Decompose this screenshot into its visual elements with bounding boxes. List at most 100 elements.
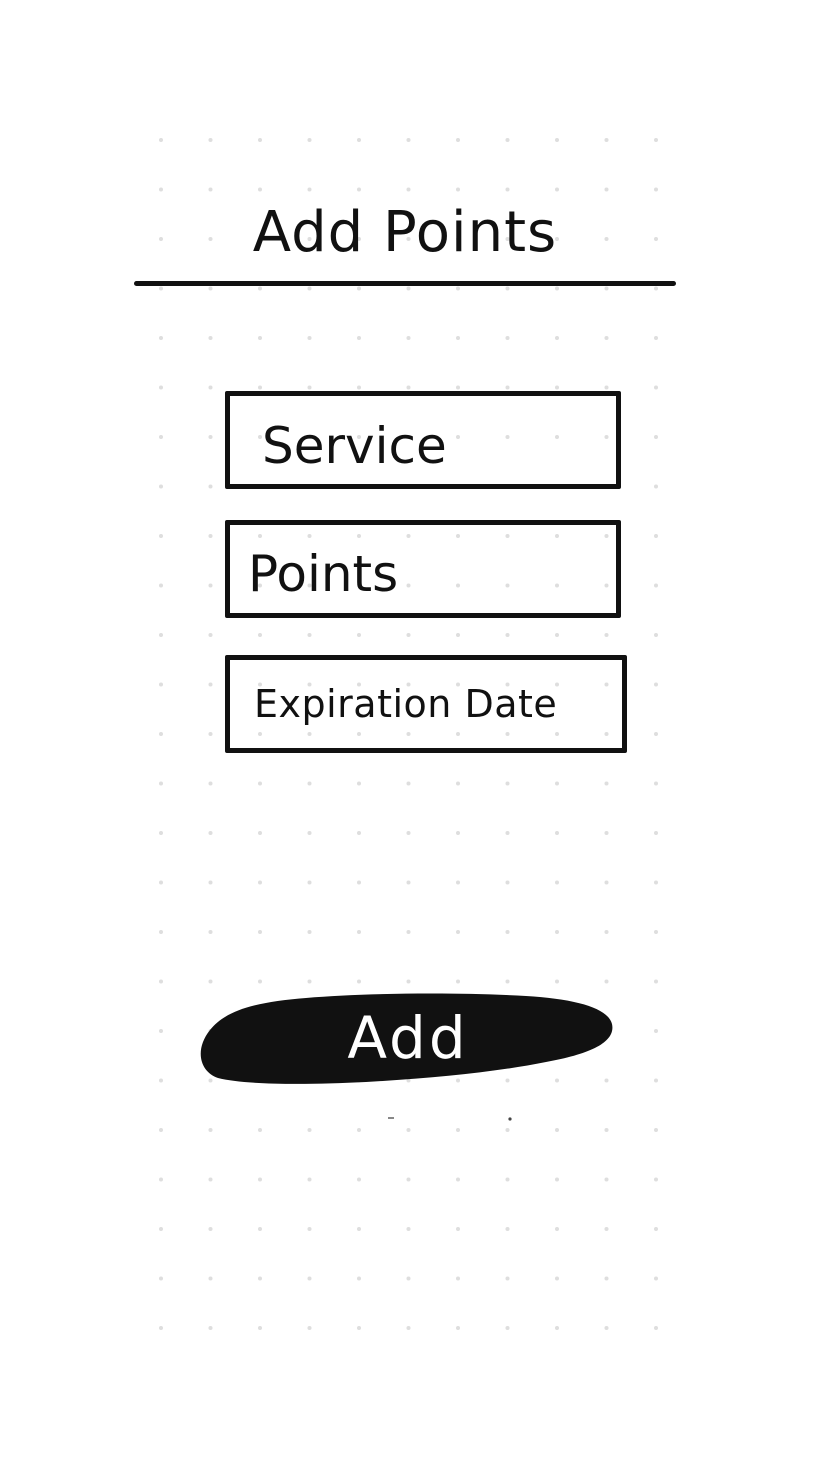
grid-dot: [307, 1326, 312, 1330]
grid-dot: [159, 781, 163, 786]
grid-dot: [307, 1177, 312, 1182]
grid-dot: [604, 1177, 609, 1182]
grid-dot: [208, 732, 213, 736]
grid-dot: [604, 979, 609, 984]
grid-dot: [159, 1078, 163, 1083]
grid-dot: [258, 138, 262, 142]
grid-dot: [159, 979, 163, 984]
grid-dot: [654, 979, 658, 984]
grid-dot: [258, 979, 262, 984]
title-divider: [134, 281, 676, 286]
grid-dot: [456, 930, 460, 934]
grid-dot: [357, 930, 361, 934]
grid-dot: [555, 385, 559, 390]
grid-dot: [307, 1128, 312, 1132]
grid-dot: [208, 583, 213, 588]
grid-dot: [208, 286, 213, 291]
grid-dot: [555, 979, 559, 984]
grid-dot: [456, 187, 460, 192]
grid-dot: [208, 1128, 213, 1132]
expiration-date-field[interactable]: Expiration Date: [225, 655, 627, 753]
grid-dot: [505, 336, 510, 340]
grid-dot: [406, 286, 411, 291]
grid-dot: [406, 1177, 411, 1182]
grid-dot: [505, 1128, 510, 1132]
grid-dot: [456, 138, 460, 142]
grid-dot: [456, 831, 460, 835]
grid-dot: [406, 979, 411, 984]
grid-dot: [357, 831, 361, 835]
grid-dot: [406, 187, 411, 192]
grid-dot: [604, 336, 609, 340]
grid-dot: [456, 1326, 460, 1330]
grid-dot: [505, 781, 510, 786]
grid-dot: [406, 831, 411, 835]
points-field[interactable]: Points: [225, 520, 621, 618]
points-field-placeholder: Points: [248, 545, 399, 603]
grid-dot: [406, 385, 411, 390]
grid-dot: [654, 732, 658, 736]
grid-dot: [654, 682, 658, 687]
grid-dot: [654, 484, 658, 489]
grid-dot: [604, 633, 609, 637]
grid-dot: [159, 1227, 163, 1231]
grid-dot: [159, 583, 163, 588]
grid-dot: [208, 138, 213, 142]
grid-dot: [159, 336, 163, 340]
grid-dot: [654, 237, 658, 241]
grid-dot: [258, 781, 262, 786]
grid-dot: [357, 1227, 361, 1231]
grid-dot: [208, 484, 213, 489]
grid-dot: [604, 831, 609, 835]
grid-dot: [654, 385, 658, 390]
service-field[interactable]: Service: [225, 391, 621, 489]
grid-dot: [159, 1326, 163, 1330]
grid-dot: [159, 1029, 163, 1033]
grid-dot: [505, 1177, 510, 1182]
grid-dot: [555, 1326, 559, 1330]
grid-dot: [159, 484, 163, 489]
grid-dot: [208, 385, 213, 390]
grid-dot: [208, 1276, 213, 1281]
grid-dot: [654, 187, 658, 192]
grid-dot: [208, 930, 213, 934]
grid-dot: [604, 1128, 609, 1132]
grid-dot: [406, 1128, 411, 1132]
grid-dot: [208, 336, 213, 340]
grid-dot: [555, 781, 559, 786]
grid-dot: [159, 682, 163, 687]
grid-dot: [604, 187, 609, 192]
grid-dot: [159, 1177, 163, 1182]
grid-dot: [159, 237, 163, 241]
grid-dot: [604, 1227, 609, 1231]
grid-dot: [406, 1276, 411, 1281]
grid-dot: [307, 979, 312, 984]
grid-dot: [654, 781, 658, 786]
grid-dot: [555, 1128, 559, 1132]
grid-dot: [456, 633, 460, 637]
grid-dot: [505, 1326, 510, 1330]
grid-dot: [604, 286, 609, 291]
grid-dot: [654, 1128, 658, 1132]
expiration-date-field-placeholder: Expiration Date: [254, 682, 558, 726]
grid-dot: [604, 138, 609, 142]
grid-dot: [555, 880, 559, 885]
service-field-placeholder: Service: [262, 417, 447, 475]
grid-dot: [159, 732, 163, 736]
grid-dot: [654, 930, 658, 934]
grid-dot: [604, 1326, 609, 1330]
grid-dot: [654, 1029, 658, 1033]
grid-dot: [604, 1276, 609, 1281]
grid-dot: [159, 385, 163, 390]
grid-dot: [406, 781, 411, 786]
add-button[interactable]: Add: [196, 990, 614, 1086]
grid-dot: [456, 1128, 460, 1132]
grid-dot: [208, 1227, 213, 1231]
grid-dot: [159, 138, 163, 142]
grid-dot: [505, 187, 510, 192]
grid-dot: [456, 1276, 460, 1281]
grid-dot: [208, 1326, 213, 1330]
grid-dot: [208, 187, 213, 192]
grid-dot: [258, 1128, 262, 1132]
grid-dot: [604, 930, 609, 934]
